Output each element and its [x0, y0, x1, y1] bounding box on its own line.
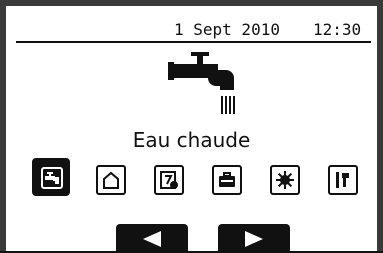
house-heating-icon	[103, 171, 119, 189]
status-divider	[16, 41, 371, 43]
menu-settings-button[interactable]	[270, 165, 300, 195]
hot-water-tap-icon	[168, 52, 235, 114]
navigation-bar	[0, 224, 383, 253]
menu-schedule-button[interactable]	[154, 165, 184, 195]
right-arrow-icon	[245, 231, 263, 247]
controller-display: 1 Sept 2010 12:30 Eau chaude	[0, 0, 383, 253]
hot-water-tap-icon	[41, 167, 63, 189]
menu-service-button[interactable]	[328, 165, 358, 195]
bezel-right	[377, 0, 383, 253]
holiday-suitcase-icon	[219, 172, 235, 187]
menu-holiday-button[interactable]	[212, 165, 242, 195]
next-button[interactable]	[218, 224, 290, 253]
previous-button[interactable]	[116, 224, 188, 253]
mode-title: Eau chaude	[132, 128, 251, 152]
schedule-calendar-icon	[160, 171, 178, 189]
left-arrow-icon	[143, 231, 161, 247]
menu-hot-water-button[interactable]	[37, 163, 67, 193]
service-tools-icon	[336, 172, 349, 188]
settings-gear-icon	[276, 171, 294, 189]
date-display: 1 Sept 2010	[174, 20, 280, 39]
menu-heating-button[interactable]	[96, 165, 126, 195]
time-display: 12:30	[313, 20, 362, 39]
